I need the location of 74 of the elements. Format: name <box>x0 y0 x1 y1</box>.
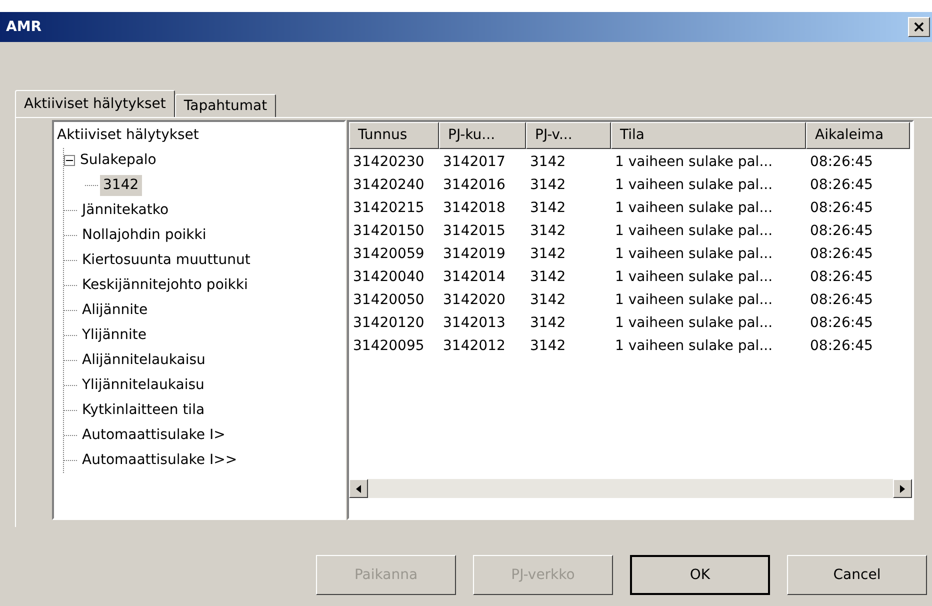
table-cell: 1 vaiheen sulake pal... <box>615 223 773 239</box>
table-cell: 08:26:45 <box>810 338 873 354</box>
table-cell: 3142019 <box>443 246 506 262</box>
column-header[interactable]: PJ-v... <box>526 122 611 149</box>
table-cell: 1 vaiheen sulake pal... <box>615 177 773 193</box>
table-cell: 08:26:45 <box>810 154 873 170</box>
tree-item[interactable]: Ylijännitelaukaisu <box>79 375 208 396</box>
table-cell: 31420240 <box>353 177 424 193</box>
table-cell: 3142015 <box>443 223 506 239</box>
scroll-right-icon[interactable] <box>893 479 912 498</box>
collapse-icon[interactable] <box>64 155 75 166</box>
column-header[interactable]: Tunnus <box>349 122 439 149</box>
tree-item[interactable]: Nollajohdin poikki <box>79 225 210 246</box>
table-cell: 08:26:45 <box>810 177 873 193</box>
table-cell: 08:26:45 <box>810 269 873 285</box>
table-cell: 08:26:45 <box>810 246 873 262</box>
tree-item[interactable]: 3142 <box>100 175 142 196</box>
table-cell: 3142 <box>530 246 566 262</box>
table-cell: 1 vaiheen sulake pal... <box>615 154 773 170</box>
tab[interactable]: Tapahtumat <box>174 94 276 117</box>
tree-item[interactable]: Jännitekatko <box>79 200 172 221</box>
table-cell: 3142 <box>530 223 566 239</box>
tree-item[interactable]: Automaattisulake I> <box>79 425 228 446</box>
table-cell: 3142 <box>530 315 566 331</box>
table-cell: 3142 <box>530 154 566 170</box>
tree-root[interactable]: Aktiiviset hälytykset <box>57 125 199 146</box>
table-cell: 3142013 <box>443 315 506 331</box>
table-cell: 3142017 <box>443 154 506 170</box>
close-button[interactable]: × <box>908 17 930 37</box>
table-cell: 3142 <box>530 200 566 216</box>
column-header[interactable]: Tila <box>611 122 806 149</box>
table-cell: 1 vaiheen sulake pal... <box>615 246 773 262</box>
table-cell: 31420120 <box>353 315 424 331</box>
horizontal-scrollbar[interactable] <box>349 479 912 498</box>
table-cell: 08:26:45 <box>810 315 873 331</box>
table-cell: 1 vaiheen sulake pal... <box>615 200 773 216</box>
table-cell: 08:26:45 <box>810 200 873 216</box>
table-cell: 1 vaiheen sulake pal... <box>615 292 773 308</box>
table-cell: 3142 <box>530 292 566 308</box>
tree-item[interactable]: Automaattisulake I>> <box>79 450 240 471</box>
tab[interactable]: Aktiiviset hälytykset <box>15 90 175 117</box>
dialog-button[interactable]: OK <box>630 555 770 595</box>
table-cell: 31420050 <box>353 292 424 308</box>
table-cell: 31420230 <box>353 154 424 170</box>
dialog-button[interactable]: Cancel <box>787 555 927 595</box>
tree-item[interactable]: Ylijännite <box>79 325 150 346</box>
table-cell: 08:26:45 <box>810 292 873 308</box>
column-header[interactable]: Aikaleima <box>806 122 910 149</box>
table-cell: 31420150 <box>353 223 424 239</box>
table-cell: 31420215 <box>353 200 424 216</box>
table-cell: 31420095 <box>353 338 424 354</box>
tree-item[interactable]: Keskijännitejohto poikki <box>79 275 251 296</box>
tree-item[interactable]: Sulakepalo <box>77 150 160 171</box>
tree-item[interactable]: Kiertosuunta muuttunut <box>79 250 254 271</box>
table-cell: 3142020 <box>443 292 506 308</box>
tree-item[interactable]: Kytkinlaitteen tila <box>79 400 208 421</box>
table-cell: 3142012 <box>443 338 506 354</box>
table-cell: 1 vaiheen sulake pal... <box>615 315 773 331</box>
table-cell: 3142018 <box>443 200 506 216</box>
table-cell: 3142 <box>530 269 566 285</box>
table-cell: 3142016 <box>443 177 506 193</box>
table-cell: 1 vaiheen sulake pal... <box>615 338 773 354</box>
table-cell: 31420040 <box>353 269 424 285</box>
table-cell: 1 vaiheen sulake pal... <box>615 269 773 285</box>
window-title: AMR <box>6 18 42 36</box>
table-cell: 31420059 <box>353 246 424 262</box>
table-cell: 3142 <box>530 338 566 354</box>
column-header[interactable]: PJ-ku... <box>439 122 526 149</box>
table-cell: 08:26:45 <box>810 223 873 239</box>
tree-item[interactable]: Alijännite <box>79 300 151 321</box>
table-cell: 3142 <box>530 177 566 193</box>
scroll-left-icon[interactable] <box>349 479 368 498</box>
tree-item[interactable]: Alijännitelaukaisu <box>79 350 208 371</box>
table-cell: 3142014 <box>443 269 506 285</box>
